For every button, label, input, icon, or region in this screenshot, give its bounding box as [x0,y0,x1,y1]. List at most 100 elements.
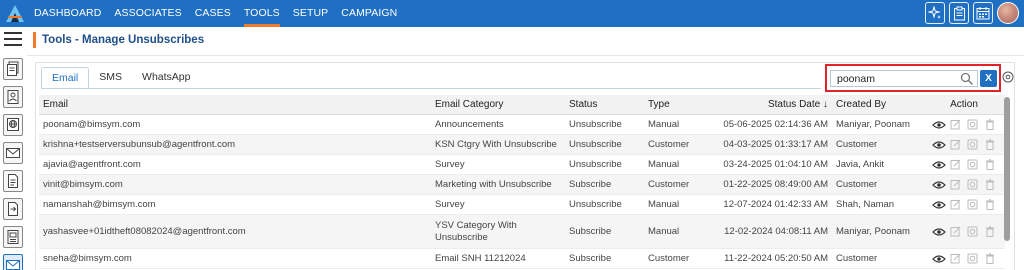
view-icon[interactable] [931,139,946,151]
calendar-button[interactable] [973,2,993,24]
cell-created-by: Maniyar, Poonam [836,118,910,130]
nav-setup[interactable]: SETUP [293,0,329,27]
cell-type: Manual [648,158,680,170]
view-icon[interactable] [931,119,946,131]
cell-status-date: 03-24-2025 01:04:10 AM [723,158,828,170]
history-icon[interactable] [966,139,980,151]
table-header: Email Email Category Status Type Status … [39,95,1005,115]
delete-icon[interactable] [983,253,997,265]
history-icon[interactable] [966,253,980,265]
tab-sms[interactable]: SMS [89,67,132,89]
nav-associates[interactable]: ASSOCIATES [114,0,181,27]
contact-card-button[interactable] [3,86,23,108]
globe-button[interactable] [3,114,23,136]
delete-icon[interactable] [983,226,997,238]
delete-icon[interactable] [983,199,997,211]
nav-cases[interactable]: CASES [195,0,231,27]
app-logo-icon[interactable] [5,4,25,23]
mail-active-button[interactable] [3,254,23,270]
cell-category: Survey [435,158,465,170]
sparkle-button[interactable] [925,2,945,24]
contact-list-icon [7,230,19,244]
cell-status: Unsubscribe [569,118,622,130]
column-header-status[interactable]: Status [569,95,648,114]
tab-email[interactable]: Email [41,67,90,89]
edit-icon[interactable] [949,199,963,211]
unsubscribes-panel: Email SMS WhatsApp X Email Email Categor… [35,62,1015,270]
cell-status: Subscribe [569,178,612,190]
view-icon[interactable] [931,159,946,171]
search-icon[interactable] [960,72,974,86]
view-icon[interactable] [931,253,946,265]
search-input[interactable] [830,70,978,87]
view-icon[interactable] [931,199,946,211]
delete-icon[interactable] [983,159,997,171]
clear-search-button[interactable]: X [980,70,997,87]
calendar-icon [976,7,990,20]
view-icon[interactable] [931,226,946,238]
delete-icon[interactable] [983,139,997,151]
cell-category: Announcements [435,118,504,130]
column-header-email[interactable]: Email [39,95,435,114]
cell-email: krishna+testserversubunsub@agentfront.co… [43,138,236,150]
contact-list-button[interactable] [3,226,23,248]
column-header-type[interactable]: Type [648,95,721,114]
delete-icon[interactable] [983,179,997,191]
nav-tools[interactable]: TOOLS [243,0,280,27]
cell-status-date: 01-22-2025 08:49:00 AM [723,178,828,190]
view-icon[interactable] [931,179,946,191]
history-icon[interactable] [966,199,980,211]
documents-button[interactable] [3,58,23,80]
column-header-status-date[interactable]: Status Date ↓ [721,95,836,114]
envelope-icon [6,148,20,158]
row-actions [923,159,1005,171]
cell-status-date: 04-03-2025 01:33:17 AM [723,138,828,150]
edit-icon[interactable] [949,119,963,131]
document-button[interactable] [3,170,23,192]
tab-whatsapp[interactable]: WhatsApp [132,67,200,89]
column-header-category[interactable]: Email Category [435,95,569,114]
table-row: vinit@bimsym.com Marketing with Unsubscr… [39,175,1005,195]
document-arrow-icon [8,202,18,216]
table-row: poonam@bimsym.com Announcements Unsubscr… [39,115,1005,135]
history-icon[interactable] [966,179,980,191]
cell-email: yashasvee+01idtheft08082024@agentfront.c… [43,225,246,237]
table-row: yashasvee+01idtheft08082024@agentfront.c… [39,215,1005,249]
cell-status-date: 05-06-2025 02:14:36 AM [723,118,828,130]
cell-status: Subscribe [569,252,612,264]
cell-email: sneha@bimsym.com [43,252,132,264]
user-avatar[interactable] [997,2,1019,24]
cell-email: ajavia@agentfront.com [43,158,141,170]
nav-campaign[interactable]: CAMPAIGN [341,0,397,27]
edit-icon[interactable] [949,179,963,191]
column-header-action: Action [950,99,978,110]
page-title-container: Tools - Manage Unsubscribes [33,32,204,48]
history-icon[interactable] [966,119,980,131]
table-row: namanshah@bimsym.com Survey Unsubscribe … [39,195,1005,215]
menu-toggle-icon[interactable] [4,32,22,46]
sparkle-icon [928,6,941,19]
cell-email: vinit@bimsym.com [43,178,123,190]
table-scrollbar[interactable] [1004,97,1010,241]
clipboard-button[interactable] [949,2,969,24]
nav-dashboard[interactable]: DASHBOARD [34,0,101,27]
history-icon[interactable] [966,159,980,171]
cell-created-by: Maniyar, Poonam [836,225,910,237]
row-actions [923,119,1005,131]
row-actions [923,139,1005,151]
column-settings-icon[interactable] [1002,71,1014,83]
document-arrow-button[interactable] [3,198,23,220]
tabs-divider [41,88,821,89]
edit-icon[interactable] [949,139,963,151]
delete-icon[interactable] [983,119,997,131]
edit-icon[interactable] [949,226,963,238]
edit-icon[interactable] [949,253,963,265]
cell-created-by: Javia, Ankit [836,158,885,170]
history-icon[interactable] [966,226,980,238]
edit-icon[interactable] [949,159,963,171]
cell-email: poonam@bimsym.com [43,118,141,130]
envelope-button[interactable] [3,142,23,164]
column-header-created-by[interactable]: Created By [836,95,923,114]
cell-status-date: 11-22-2024 05:20:50 AM [724,252,828,264]
table-row: sneha@bimsym.com Email SNH 11212024 Subs… [39,249,1005,269]
